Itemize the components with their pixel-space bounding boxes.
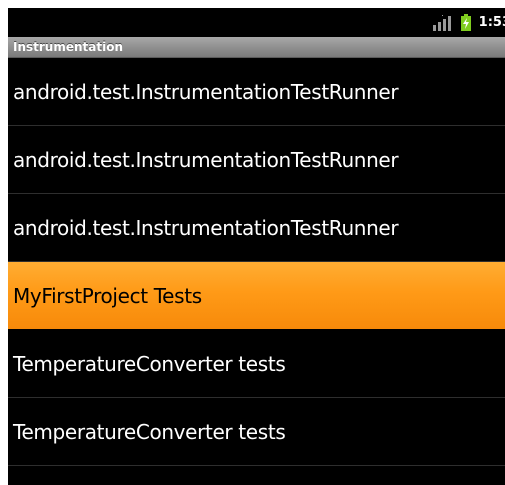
list-item[interactable]: TemperatureConverter tests <box>8 330 505 398</box>
list-item-label: android.test.InstrumentationTestRunner <box>13 216 399 240</box>
status-bar: 1:53 <box>8 8 505 37</box>
list-item[interactable]: android.test.InstrumentationTestRunner <box>8 194 505 262</box>
title-bar: Instrumentation <box>8 37 505 58</box>
list-item[interactable]: TemperatureConverter tests <box>8 398 505 466</box>
battery-charging-icon <box>460 14 471 31</box>
list-item[interactable]: android.test.InstrumentationTestRunner <box>8 126 505 194</box>
list-item-label: MyFirstProject Tests <box>13 284 202 308</box>
status-clock: 1:53 <box>478 15 505 30</box>
list-item-label: android.test.InstrumentationTestRunner <box>13 148 399 172</box>
instrumentation-list: android.test.InstrumentationTestRunner a… <box>8 58 505 466</box>
list-item-label: TemperatureConverter tests <box>13 352 286 376</box>
page-title: Instrumentation <box>13 40 124 54</box>
signal-icon <box>432 14 451 31</box>
list-item[interactable]: android.test.InstrumentationTestRunner <box>8 58 505 126</box>
device-screen: 1:53 Instrumentation android.test.Instru… <box>8 8 505 485</box>
list-item-label: TemperatureConverter tests <box>13 420 286 444</box>
list-item-label: android.test.InstrumentationTestRunner <box>13 80 399 104</box>
status-icons: 1:53 <box>432 8 505 37</box>
list-item-selected[interactable]: MyFirstProject Tests <box>8 262 505 330</box>
